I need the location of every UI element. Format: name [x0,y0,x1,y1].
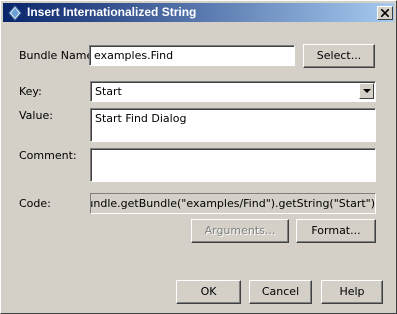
bundle-name-label: Bundle Name: [19,49,97,62]
key-dropdown-button[interactable] [359,83,374,99]
value-text: Start Find Dialog [95,112,187,125]
code-field[interactable]: urceBundle.getBundle("examples/Find").ge… [90,193,376,214]
format-button[interactable]: Format... [296,219,376,243]
java-bean-icon [7,5,23,21]
value-textarea[interactable]: Start Find Dialog [90,108,376,142]
comment-label: Comment: [19,149,77,162]
key-label: Key: [19,85,42,98]
ok-button[interactable]: OK [176,280,241,304]
title-bar[interactable]: Insert Internationalized String [3,3,394,22]
help-button[interactable]: Help [321,280,383,304]
value-label: Value: [19,109,53,122]
insert-i18n-string-dialog: Insert Internationalized String Bundle N… [0,0,397,314]
key-value: Start [95,85,122,98]
bundle-name-value: examples.Find [94,49,174,62]
key-combobox[interactable]: Start [90,81,376,102]
cancel-button[interactable]: Cancel [249,280,312,304]
code-label: Code: [19,197,51,210]
select-button[interactable]: Select... [303,44,375,68]
comment-textarea[interactable] [90,148,376,182]
arguments-button[interactable]: Arguments... [191,219,289,243]
code-text: urceBundle.getBundle("examples/Find").ge… [91,197,375,210]
close-button[interactable] [377,6,393,20]
window-title: Insert Internationalized String [27,5,197,19]
bundle-name-field[interactable]: examples.Find [89,45,295,66]
